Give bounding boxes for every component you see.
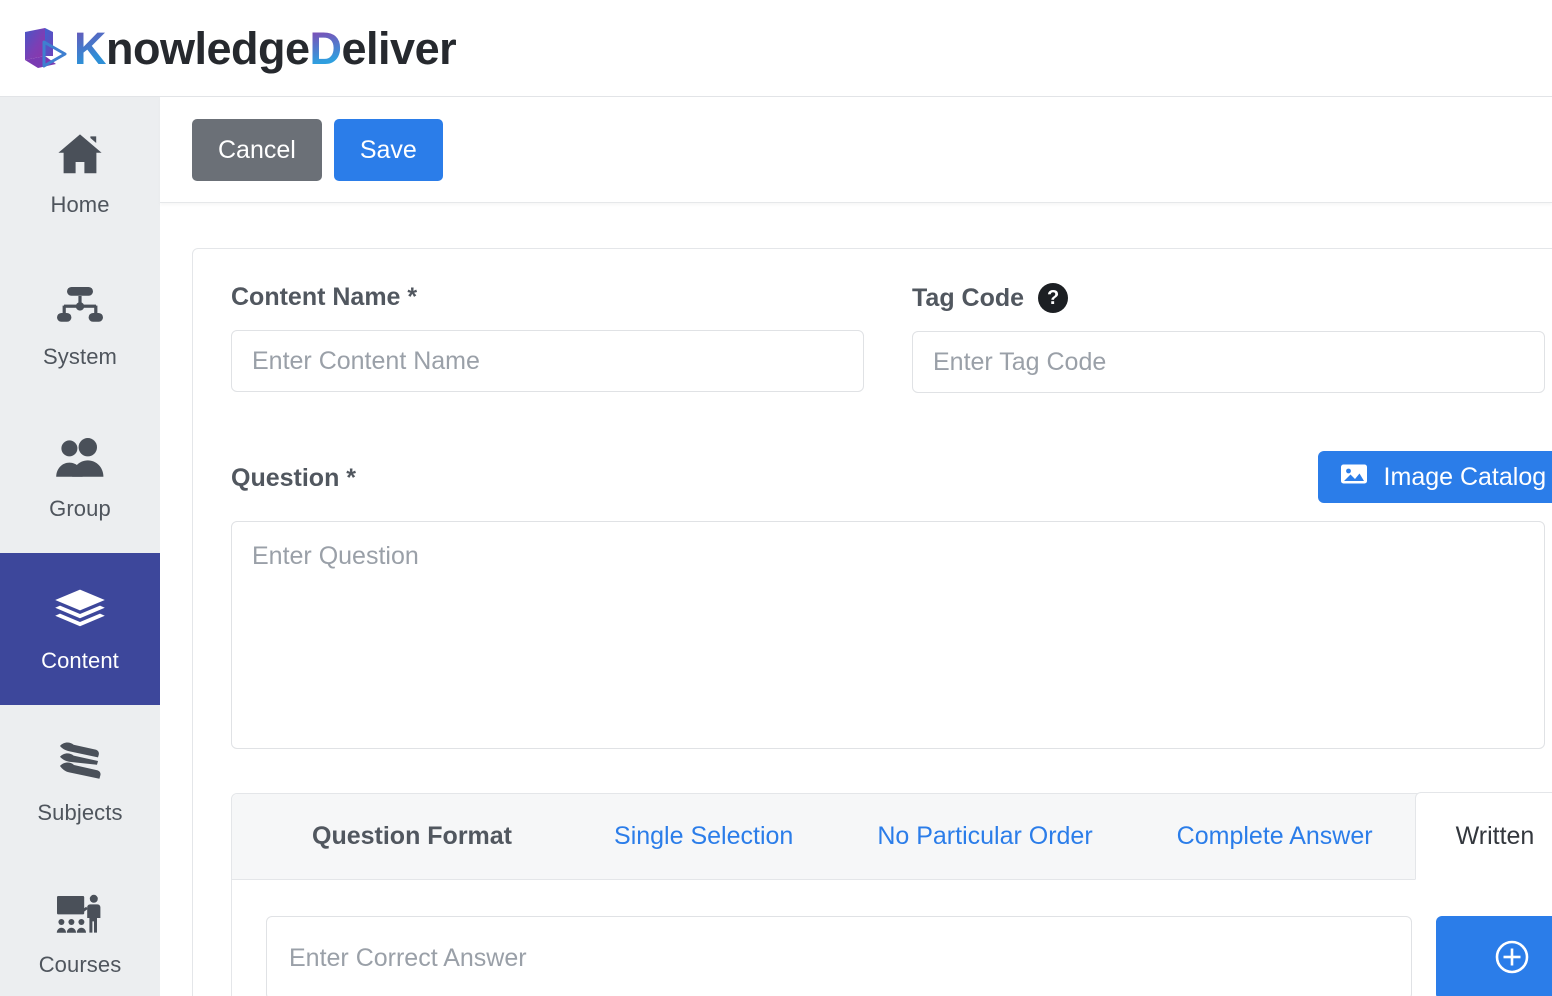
question-label: Question * <box>231 463 357 492</box>
home-icon <box>54 128 106 180</box>
sidebar-item-label: Content <box>41 648 119 673</box>
content-name-field-group: Content Name * <box>231 283 864 393</box>
tag-code-input[interactable] <box>912 331 1545 393</box>
question-format-label: Question Format <box>312 822 513 850</box>
content-name-label: Content Name * <box>231 283 418 311</box>
layers-icon <box>54 584 106 636</box>
users-icon <box>54 432 106 484</box>
sidebar-item-content[interactable]: Content <box>0 553 160 705</box>
question-format-panel: Question Format Single Selection No Part… <box>231 792 1552 996</box>
brand-word-deliver: eliver <box>341 22 457 74</box>
brand-header: Knowledge Deliver <box>0 0 1552 97</box>
question-format-tabbody <box>232 880 1552 996</box>
brand-title: Knowledge Deliver <box>74 22 457 74</box>
sidebar-item-label: System <box>43 344 117 369</box>
chalkboard-teacher-icon <box>54 888 106 940</box>
brand-letter-d: D <box>309 22 343 74</box>
question-header-row: Question * Image Catalog List <box>231 451 1552 505</box>
content-form-card: Content Name * Tag Code ? Question * <box>192 248 1552 996</box>
brand-letter-k: K <box>74 22 107 74</box>
sidebar-item-label: Courses <box>38 952 122 977</box>
sidebar-item-subjects[interactable]: Subjects <box>0 705 160 857</box>
plus-circle-icon <box>1494 939 1530 978</box>
top-field-row: Content Name * Tag Code ? <box>231 283 1545 393</box>
cancel-button[interactable]: Cancel <box>192 118 322 181</box>
books-icon <box>54 736 106 788</box>
app-root: Knowledge Deliver Home System Group Cont… <box>0 0 1552 996</box>
sitemap-icon <box>54 280 106 332</box>
play-box-logo-icon <box>22 26 68 70</box>
sidebar-item-courses[interactable]: Courses <box>0 857 160 996</box>
tab-complete-answer[interactable]: Complete Answer <box>1135 793 1415 879</box>
question-textarea[interactable] <box>231 521 1545 749</box>
tag-code-field-group: Tag Code ? <box>912 283 1545 393</box>
sidebar-item-group[interactable]: Group <box>0 401 160 553</box>
tab-single-selection[interactable]: Single Selection <box>572 793 835 879</box>
tag-code-label-row: Tag Code ? <box>912 283 1545 313</box>
tab-no-particular-order[interactable]: No Particular Order <box>835 793 1134 879</box>
question-format-tabbar: Question Format Single Selection No Part… <box>232 792 1552 880</box>
sidebar-item-label: Subjects <box>37 800 123 825</box>
sidebar-item-label: Home <box>50 192 110 217</box>
image-catalog-list-button[interactable]: Image Catalog List <box>1317 451 1552 503</box>
content-area: Content Name * Tag Code ? Question * <box>160 203 1552 996</box>
tab-written[interactable]: Written <box>1414 792 1552 880</box>
tag-code-label: Tag Code <box>912 283 1025 312</box>
add-answer-button[interactable] <box>1436 916 1552 996</box>
image-catalog-list-label: Image Catalog List <box>1383 462 1552 491</box>
image-icon <box>1340 462 1368 493</box>
sidebar-item-home[interactable]: Home <box>0 97 160 249</box>
question-field-group: Question * Image Catalog List <box>231 451 1552 749</box>
question-mark-icon[interactable]: ? <box>1038 283 1069 313</box>
sidebar: Home System Group Content Subjects Cours… <box>0 97 160 996</box>
form-action-toolbar: Cancel Save <box>160 97 1552 203</box>
sidebar-item-label: Group <box>49 496 111 521</box>
sidebar-item-system[interactable]: System <box>0 249 160 401</box>
correct-answer-input[interactable] <box>266 916 1412 996</box>
main-region: Cancel Save Content Name * Tag Code ? <box>160 97 1552 996</box>
save-button[interactable]: Save <box>333 118 443 181</box>
brand-word-knowledge: nowledge <box>106 22 310 74</box>
content-name-input[interactable] <box>231 330 864 392</box>
